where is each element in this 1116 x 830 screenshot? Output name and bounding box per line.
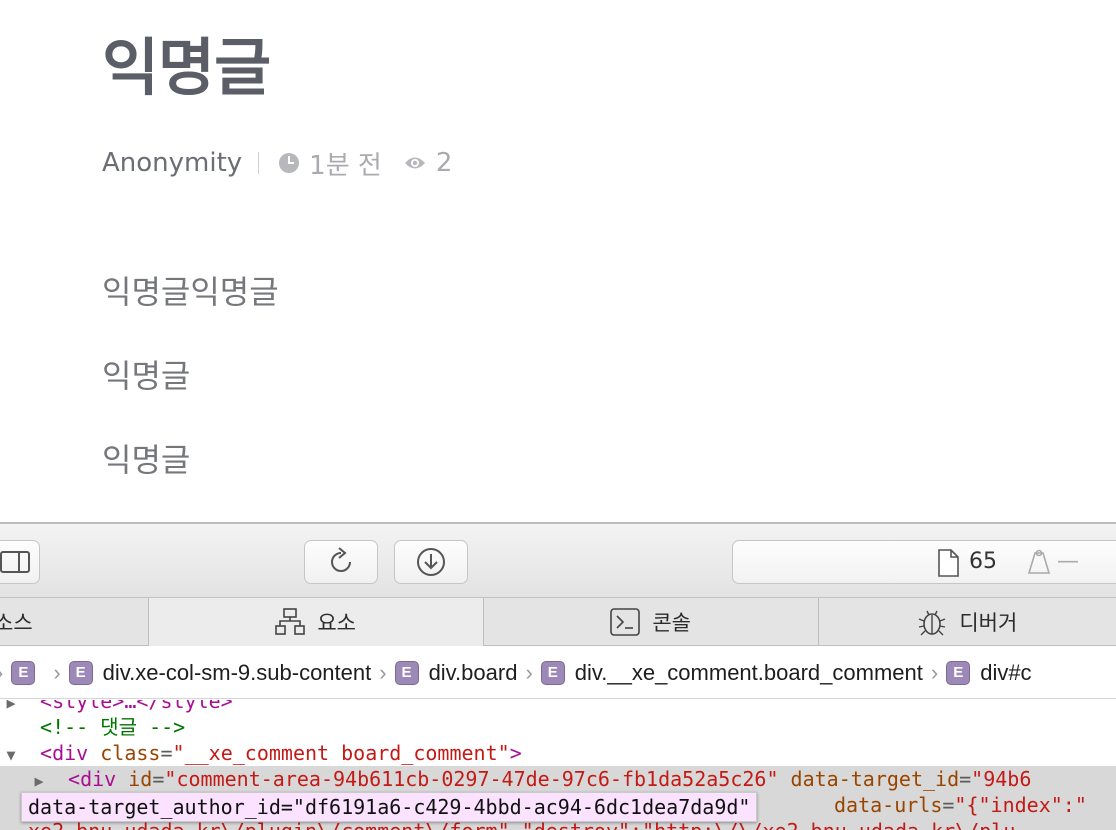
dom-comment-text: <!-- 댓글 --> xyxy=(40,715,186,739)
inspector-toolbar: 65 — xyxy=(0,524,1116,598)
attribute-tooltip: data-target_author_id="df6191a6-c429-4bb… xyxy=(21,792,758,822)
view-count: 2 xyxy=(435,148,453,178)
web-inspector: 65 — 소스 요소 콘솔 xyxy=(0,522,1116,830)
post-view: 익명글 Anonymity 1분 전 2 익명글익명글 익명글 익명글 xyxy=(0,0,1116,522)
dom-tag-open: <div xyxy=(68,767,117,791)
dom-tag-name: div xyxy=(80,767,117,791)
dom-tree: ▶ <style>…</style> <!-- 댓글 --> ▼ <div cl… xyxy=(0,700,1116,830)
dom-node-comment[interactable]: <!-- 댓글 --> xyxy=(0,714,185,740)
tab-debugger[interactable]: 디버거 xyxy=(819,598,1116,646)
element-badge-icon: E xyxy=(11,660,36,685)
dom-attr-name: id xyxy=(128,767,153,791)
tab-label: 디버거 xyxy=(959,611,1018,635)
download-button[interactable] xyxy=(394,540,468,584)
elements-icon xyxy=(275,608,306,635)
eye-icon xyxy=(404,157,425,169)
chevron-right-icon: › xyxy=(525,659,533,685)
element-badge-icon: E xyxy=(946,660,971,685)
element-badge-icon: E xyxy=(540,660,565,685)
weight-icon xyxy=(1027,549,1051,574)
resource-count: 65 xyxy=(969,549,997,574)
post-title: 익명글 xyxy=(102,31,271,104)
element-badge-icon: E xyxy=(68,660,93,685)
tab-label: 콘솔 xyxy=(652,611,691,635)
post-time: 1분 전 xyxy=(309,150,382,181)
download-icon xyxy=(417,548,445,576)
breadcrumb-item[interactable]: › E div#c xyxy=(931,660,1032,686)
dock-toggle-button[interactable] xyxy=(0,540,40,584)
chevron-right-icon: › xyxy=(379,659,387,685)
disclosure-triangle-icon[interactable]: ▼ xyxy=(0,742,22,768)
reload-icon xyxy=(331,547,351,572)
activity-viewer[interactable]: 65 — xyxy=(732,540,1116,584)
disclosure-triangle-icon[interactable]: ▶ xyxy=(28,768,50,794)
dom-attr-value: "{"index":" xyxy=(954,793,1087,817)
dom-attr-name: class xyxy=(100,741,161,765)
dom-tag-open: <div xyxy=(40,741,89,765)
breadcrumb-item[interactable]: › E div.__xe_comment.board_comment xyxy=(525,659,923,686)
reload-button[interactable] xyxy=(304,540,378,584)
breadcrumb-item[interactable]: › E xyxy=(0,660,45,686)
dom-node-text: <style>…</style> xyxy=(40,700,233,713)
tab-label: 요소 xyxy=(317,611,356,635)
post-meta: Anonymity 1분 전 2 xyxy=(102,146,453,181)
chevron-right-icon: › xyxy=(930,659,939,685)
author-name[interactable]: Anonymity xyxy=(102,148,242,178)
post-body-line: 익명글익명글 xyxy=(102,273,279,311)
tab-sources[interactable]: 소스 xyxy=(0,598,149,646)
chevron-right-icon: › xyxy=(0,660,3,686)
meta-divider xyxy=(258,152,260,174)
dom-attr-value: "comment-area-94b611cb-0297-47de-97c6-fb… xyxy=(164,767,779,791)
breadcrumb-label: div.board xyxy=(428,659,518,685)
dom-attr-name: data-urls xyxy=(834,793,943,817)
dom-node-comment-area[interactable]: ▶ <div id="comment-area-94b611cb-0297-47… xyxy=(0,766,1116,792)
console-icon xyxy=(610,608,641,636)
breadcrumb-label: div#c xyxy=(980,659,1032,685)
breadcrumb-label: div.xe-col-sm-9.sub-content xyxy=(102,659,372,685)
dom-tag-name: div xyxy=(52,741,89,765)
tab-elements[interactable]: 요소 xyxy=(148,598,484,646)
dom-attr-name: data-target_id xyxy=(790,767,960,791)
dom-attr-value: "94b6 xyxy=(971,767,1032,791)
sidebar-icon xyxy=(0,551,30,573)
dom-node-board-comment[interactable]: ▼ <div class="__xe_comment board_comment… xyxy=(0,740,521,768)
resource-size: — xyxy=(1057,549,1079,574)
dom-path-breadcrumb: › E › E div.xe-col-sm-9.sub-content › E … xyxy=(0,647,1116,699)
post-body-line: 익명글 xyxy=(102,441,191,479)
inspector-tab-bar: 소스 요소 콘솔 디버거 xyxy=(0,598,1116,646)
document-icon xyxy=(938,549,959,577)
bug-icon xyxy=(919,610,946,636)
breadcrumb-item[interactable]: › E div.xe-col-sm-9.sub-content xyxy=(53,660,371,686)
element-badge-icon: E xyxy=(394,660,419,685)
breadcrumb-item[interactable]: › E div.board xyxy=(379,660,517,686)
tab-label: 소스 xyxy=(0,611,33,635)
dom-node-style[interactable]: ▶ <style>…</style> xyxy=(0,700,233,714)
tab-console[interactable]: 콘솔 xyxy=(484,598,819,646)
post-body-line: 익명글 xyxy=(102,357,191,395)
clock-icon xyxy=(279,153,300,173)
chevron-right-icon: › xyxy=(53,659,61,685)
dom-attr-value: "__xe_comment board_comment" xyxy=(172,741,510,765)
breadcrumb-label: div.__xe_comment.board_comment xyxy=(574,659,923,685)
